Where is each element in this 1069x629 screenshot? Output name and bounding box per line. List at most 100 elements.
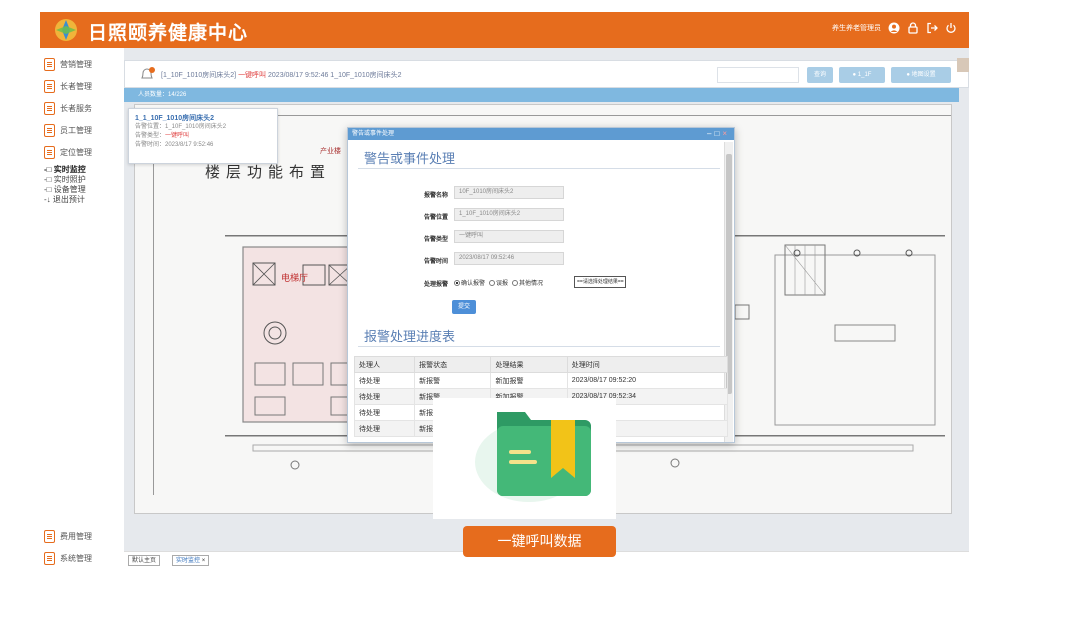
alarm-type-label: 告警类型： bbox=[135, 133, 166, 139]
field-label-location: 告警位置 bbox=[423, 215, 448, 221]
alarm-type-value: 一键呼叫 bbox=[165, 133, 190, 139]
table-row[interactable]: 待处理 新报警 新加报警 2023/08/17 09:52:20 bbox=[353, 372, 729, 389]
document-icon bbox=[44, 551, 55, 565]
window-controls: –□× bbox=[707, 128, 730, 140]
close-icon[interactable]: × bbox=[722, 129, 730, 138]
document-icon bbox=[44, 79, 55, 93]
map-settings-button[interactable]: ● 地图设置 bbox=[891, 67, 951, 83]
floor-label: 1_1F bbox=[857, 72, 872, 78]
table-cell: 待处理 bbox=[353, 404, 416, 421]
section-title-alarm: 警告或事件处理 bbox=[364, 151, 456, 166]
app-title: 日照颐养健康中心 bbox=[88, 23, 249, 44]
column-header: 处理人 bbox=[353, 356, 416, 373]
result-select-value: ==请选择处理结果== bbox=[577, 279, 624, 285]
section-divider bbox=[358, 346, 720, 347]
sidebar-item-system[interactable]: 系统管理 bbox=[44, 548, 92, 568]
top-header: 日照颐养健康中心 养生养老管理员 bbox=[40, 12, 969, 48]
logo-icon bbox=[55, 19, 77, 41]
document-icon bbox=[44, 529, 55, 543]
positioning-submenu: -□ 实时监控 -□ 实时照护 -□ 设备管理 -↓ 退出预计 bbox=[44, 165, 86, 205]
sidebar-item-label: 系统管理 bbox=[60, 553, 92, 563]
search-button[interactable]: 查询 bbox=[807, 67, 833, 83]
alert-toolbar: [1_10F_1010房间床头2] 一键呼叫 2023/08/17 9:52:4… bbox=[124, 60, 969, 88]
tab-realtime-monitor[interactable]: 实时监控 × bbox=[172, 555, 210, 566]
room-label-elevator: 电梯厅 bbox=[281, 272, 308, 284]
process-radio-group: 确认报警 误报 其他情况 bbox=[454, 278, 543, 287]
result-select[interactable]: ==请选择处理结果== ▾ bbox=[574, 276, 626, 288]
user-icon[interactable] bbox=[888, 22, 900, 34]
field-type[interactable]: 一键呼叫 bbox=[454, 230, 564, 243]
table-cell: 待处理 bbox=[353, 420, 416, 437]
lock-icon[interactable] bbox=[907, 22, 919, 34]
table-cell: 待处理 bbox=[353, 372, 416, 389]
alarm-card-title: 1_1_10F_1010房间床头2 bbox=[135, 115, 214, 122]
table-header-row: 处理人 报警状态 处理结果 处理时间 bbox=[353, 356, 729, 373]
radio-confirm[interactable]: 确认报警 bbox=[454, 278, 485, 287]
sidebar: 营销管理 长者管理 长者服务 员工管理 定位管理 -□ 实时监控 -□ 实时照护… bbox=[40, 48, 124, 568]
sidebar-item-positioning[interactable]: 定位管理 bbox=[44, 142, 92, 162]
submenu-exit[interactable]: -↓ 退出预计 bbox=[44, 195, 86, 205]
tab-home[interactable]: 默认主页 bbox=[128, 555, 161, 566]
sidebar-item-label: 员工管理 bbox=[60, 125, 92, 135]
alarm-popup-card[interactable]: 1_1_10F_1010房间床头2 告警位置：1_10F_1010房间床头2 告… bbox=[128, 108, 278, 164]
folder-icon bbox=[475, 412, 591, 502]
document-icon bbox=[44, 57, 55, 71]
power-icon[interactable] bbox=[945, 22, 957, 34]
submenu-realtime-care[interactable]: -□ 实时照护 bbox=[44, 175, 86, 185]
panel-corner bbox=[957, 58, 969, 72]
alert-ticker[interactable]: [1_10F_1010房间床头2] 一键呼叫 2023/08/17 9:52:4… bbox=[161, 70, 402, 80]
folder-illustration-card bbox=[433, 398, 616, 519]
submenu-device-management[interactable]: -□ 设备管理 bbox=[44, 185, 86, 195]
sidebar-item-label: 营销管理 bbox=[60, 59, 92, 69]
table-cell: 待处理 bbox=[353, 388, 416, 405]
search-input[interactable] bbox=[717, 67, 799, 83]
floor-select-button[interactable]: ● 1_1F bbox=[839, 67, 885, 83]
submenu-realtime-monitor[interactable]: -□ 实时监控 bbox=[44, 165, 86, 175]
field-label-process: 处理报警 bbox=[423, 282, 448, 288]
sidebar-item-marketing[interactable]: 营销管理 bbox=[44, 54, 92, 74]
radio-false-label: 误报 bbox=[496, 281, 509, 287]
sidebar-item-label: 长者服务 bbox=[60, 103, 92, 113]
dialog-titlebar[interactable]: 警告或事件处理 –□× bbox=[348, 128, 734, 140]
bell-icon[interactable] bbox=[139, 67, 155, 81]
alarm-card-time: 告警时间：2023/8/17 9:52:46 bbox=[135, 142, 214, 148]
close-icon[interactable]: × bbox=[202, 558, 206, 564]
field-time[interactable]: 2023/08/17 09:52:46 bbox=[454, 252, 564, 265]
radio-false-alarm[interactable]: 误报 bbox=[489, 278, 508, 287]
ticker-detail: 2023/08/17 9:52:46 1_10F_1010房间床头2 bbox=[268, 72, 402, 79]
column-header: 处理结果 bbox=[490, 356, 568, 373]
sidebar-item-elder-management[interactable]: 长者管理 bbox=[44, 76, 92, 96]
document-icon bbox=[44, 123, 55, 137]
sidebar-item-staff[interactable]: 员工管理 bbox=[44, 120, 92, 140]
table-cell: 新报警 bbox=[414, 372, 492, 389]
field-alarm-name[interactable]: 10F_1010房间床头2 bbox=[454, 186, 564, 199]
field-location[interactable]: 1_10F_1010房间床头2 bbox=[454, 208, 564, 221]
submit-button[interactable]: 提交 bbox=[452, 300, 476, 314]
svg-text:产业楼: 产业楼 bbox=[320, 146, 341, 155]
user-name: 养生养老管理员 bbox=[832, 25, 881, 32]
radio-confirm-label: 确认报警 bbox=[461, 281, 486, 287]
alarm-card-location: 告警位置：1_10F_1010房间床头2 bbox=[135, 124, 227, 130]
one-key-call-data-button[interactable]: 一键呼叫数据 bbox=[463, 526, 616, 557]
document-icon bbox=[44, 101, 55, 115]
map-settings-label: 地图设置 bbox=[911, 72, 936, 78]
user-area: 养生养老管理员 bbox=[832, 22, 957, 34]
field-label-alarm-name: 报警名称 bbox=[423, 193, 448, 199]
radio-other-label: 其他情况 bbox=[519, 281, 544, 287]
sidebar-item-label: 定位管理 bbox=[60, 147, 92, 157]
column-header: 报警状态 bbox=[414, 356, 492, 373]
table-cell: 2023/08/17 09:52:20 bbox=[566, 372, 729, 389]
sidebar-item-elder-service[interactable]: 长者服务 bbox=[44, 98, 92, 118]
floor-plan-title: 楼层功能布置 bbox=[205, 163, 331, 181]
field-label-time: 告警时间 bbox=[423, 259, 448, 265]
exit-icon[interactable] bbox=[926, 22, 938, 34]
ticker-device: [1_10F_1010房间床头2] bbox=[161, 72, 237, 79]
section-title-progress: 报警处理进度表 bbox=[364, 329, 456, 344]
sidebar-item-label: 长者管理 bbox=[60, 81, 92, 91]
dialog-window-title: 警告或事件处理 bbox=[352, 131, 395, 137]
sidebar-item-label: 费用管理 bbox=[60, 531, 92, 541]
people-count-bar[interactable]: 人员数量：14/226 bbox=[124, 88, 959, 102]
sidebar-item-fees[interactable]: 费用管理 bbox=[44, 526, 92, 546]
table-cell: 新加报警 bbox=[490, 372, 568, 389]
radio-other[interactable]: 其他情况 bbox=[512, 278, 543, 287]
